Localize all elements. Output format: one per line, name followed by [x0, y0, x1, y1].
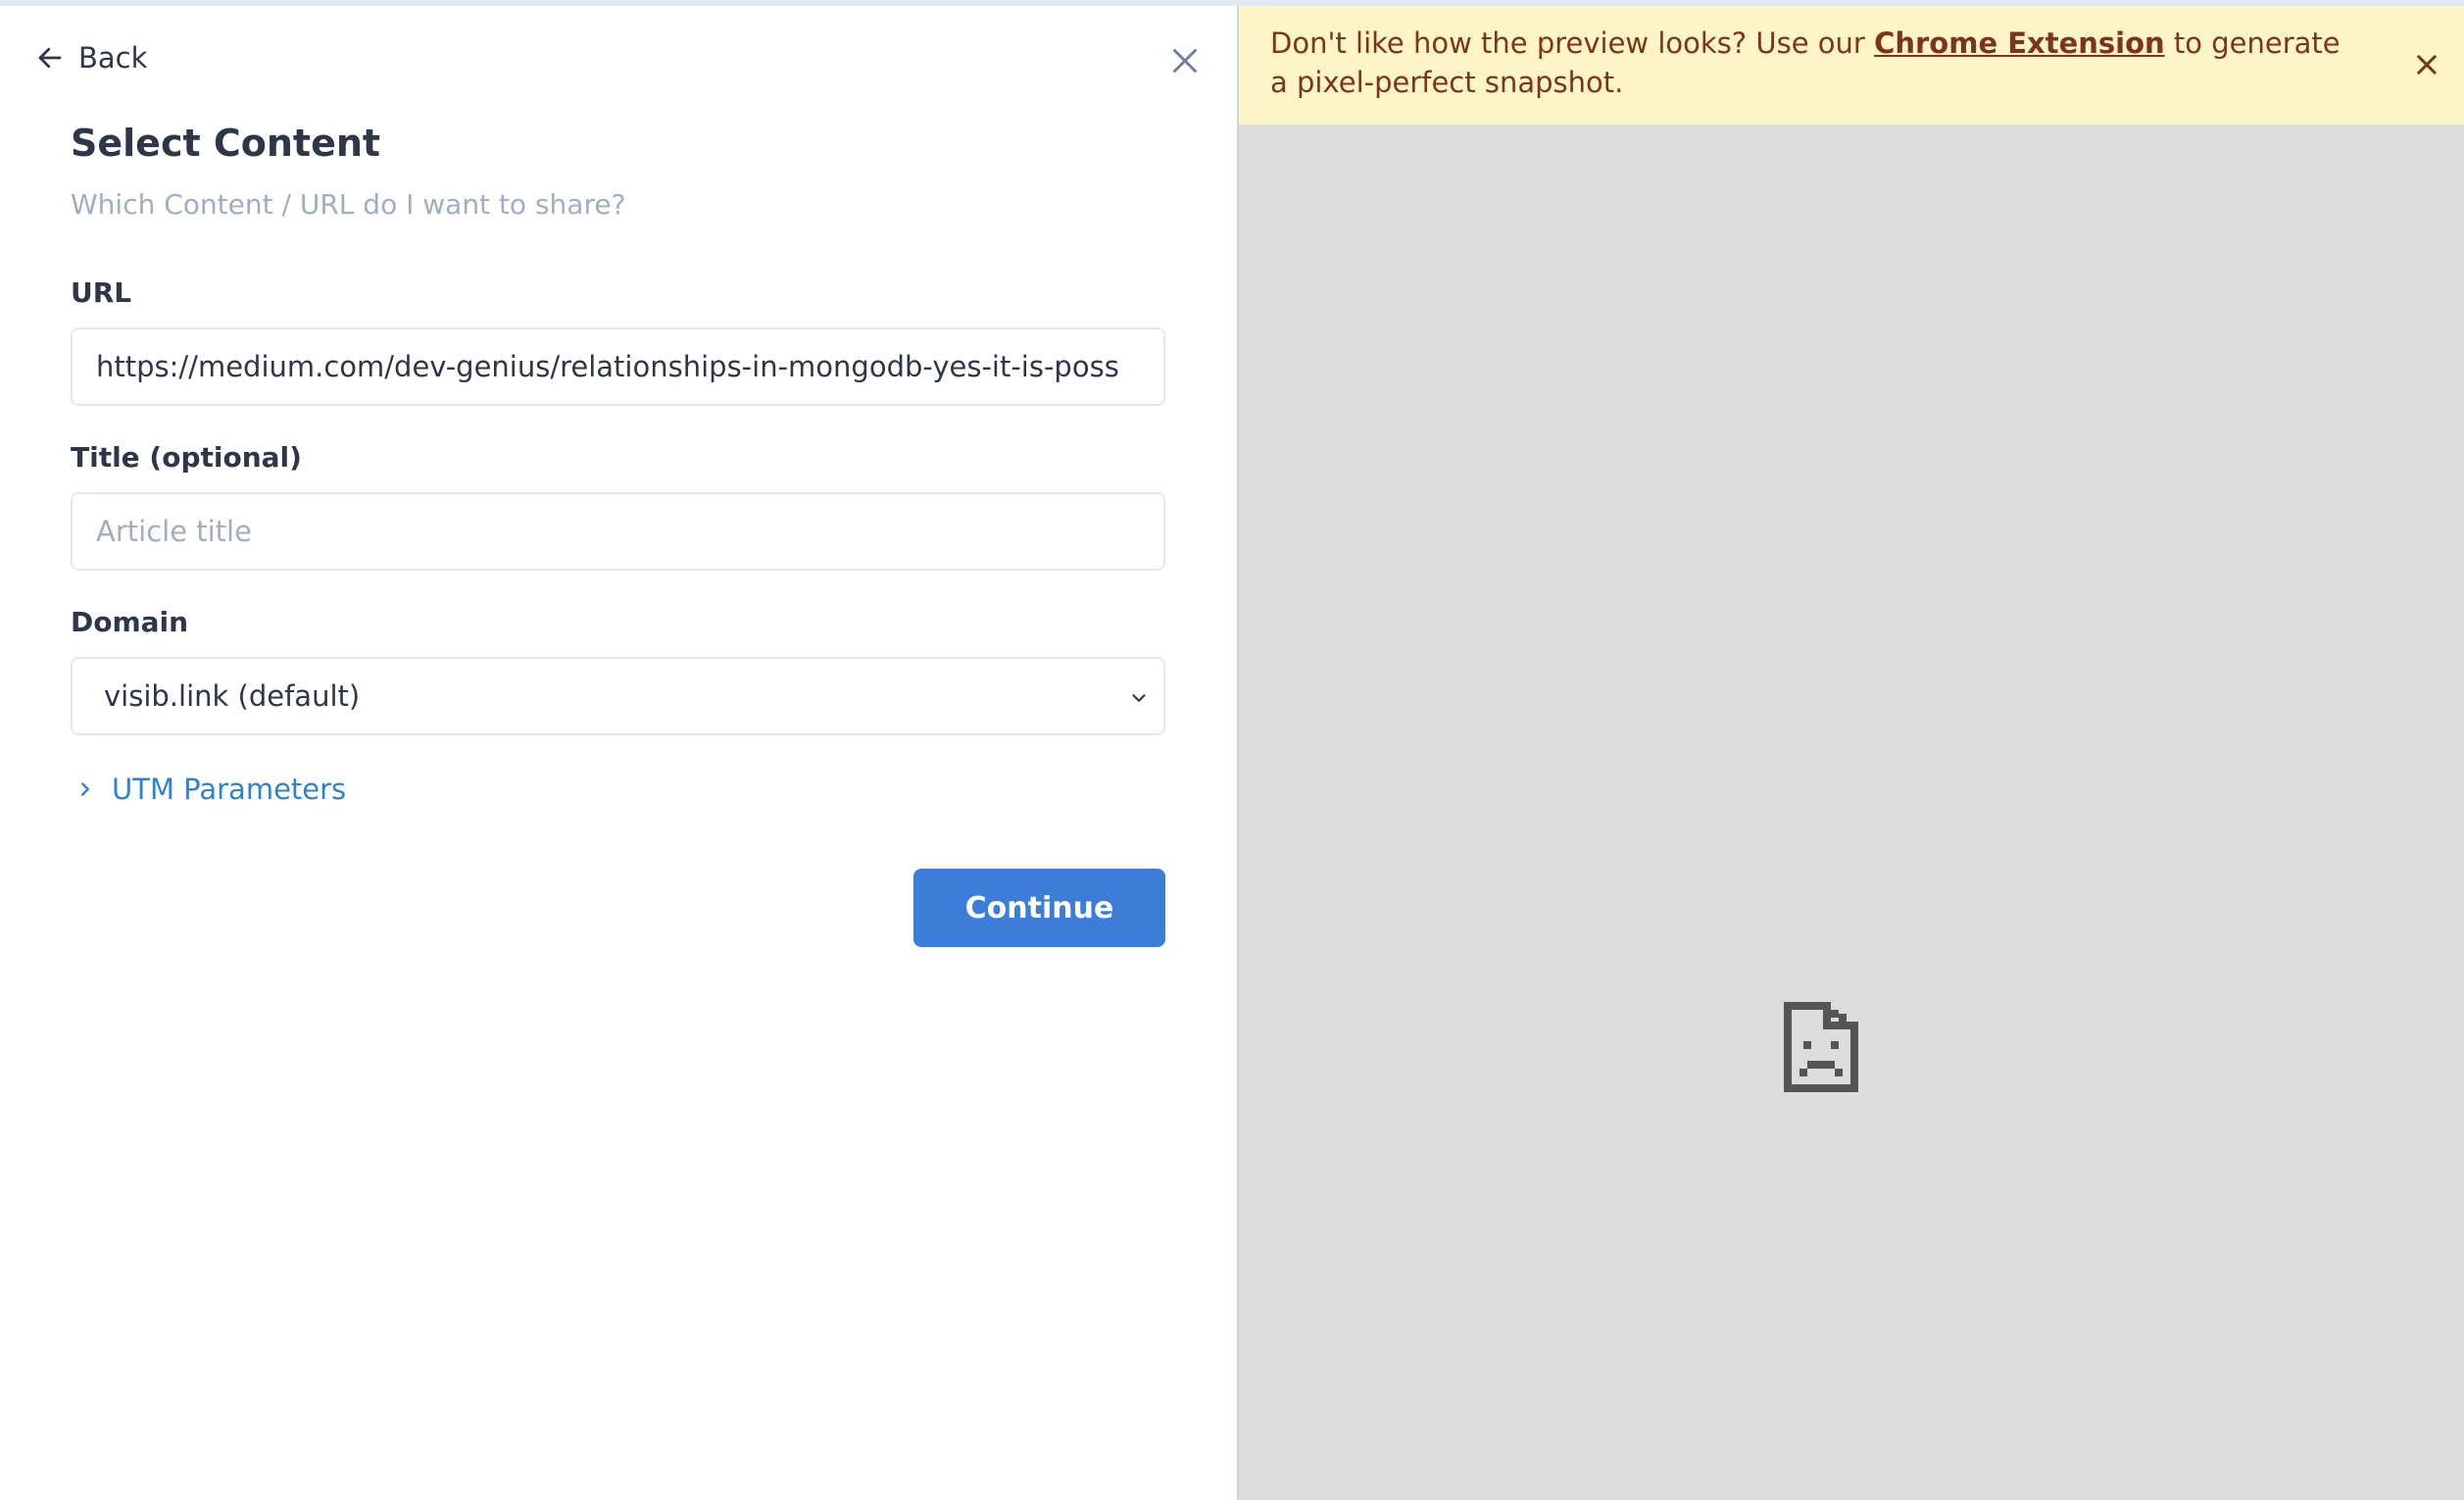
- close-icon[interactable]: [2413, 51, 2440, 78]
- chevron-right-icon: [81, 782, 89, 796]
- back-label: Back: [78, 41, 148, 75]
- arrow-left-icon: [38, 47, 62, 69]
- broken-document-icon: [1784, 1002, 1858, 1092]
- title-label: Title (optional): [71, 441, 302, 474]
- close-icon[interactable]: [1167, 43, 1203, 78]
- domain-label: Domain: [71, 606, 189, 638]
- preview-panel: Don't like how the preview looks? Use ou…: [1237, 6, 2464, 1500]
- domain-selected-value: visib.link (default): [104, 679, 361, 713]
- banner-text-before: Don't like how the preview looks? Use ou…: [1270, 26, 1875, 60]
- page-subtitle: Which Content / URL do I want to share?: [71, 188, 626, 221]
- title-placeholder: Article title: [96, 515, 252, 548]
- title-input[interactable]: Article title: [71, 492, 1165, 571]
- chrome-extension-link[interactable]: Chrome Extension: [1874, 26, 2165, 60]
- utm-parameters-toggle[interactable]: UTM Parameters: [74, 773, 346, 806]
- continue-button[interactable]: Continue: [913, 869, 1165, 947]
- select-content-panel: Back Select Content Which Content / URL …: [0, 6, 1237, 1500]
- url-label: URL: [71, 276, 132, 309]
- url-input[interactable]: https://medium.com/dev-genius/relationsh…: [71, 327, 1165, 406]
- chevron-down-icon: [1132, 694, 1146, 702]
- preview-warning-banner: Don't like how the preview looks? Use ou…: [1239, 6, 2464, 125]
- back-button[interactable]: Back: [35, 41, 147, 75]
- page-title: Select Content: [71, 122, 381, 165]
- utm-parameters-label: UTM Parameters: [112, 773, 347, 806]
- domain-select[interactable]: visib.link (default): [71, 657, 1165, 735]
- url-value: https://medium.com/dev-genius/relationsh…: [96, 350, 1119, 383]
